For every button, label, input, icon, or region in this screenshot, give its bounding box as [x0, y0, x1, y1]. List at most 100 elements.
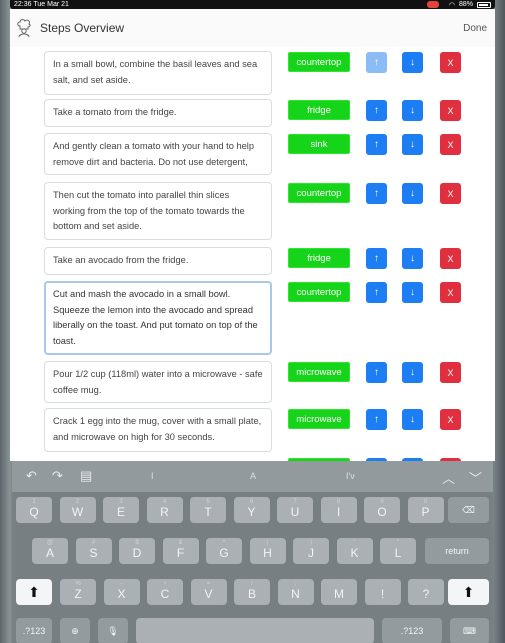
location-tag[interactable]: countertop [288, 52, 350, 72]
chevron-up-icon[interactable]: ︿ [442, 468, 455, 487]
key-j[interactable]: ) J [293, 538, 329, 564]
key-hint: 5 [206, 499, 210, 505]
move-up-button[interactable]: ↑ [366, 248, 387, 269]
key-d[interactable]: $ D [119, 538, 155, 564]
step-text-field[interactable]: And gently clean a tomato with your hand… [44, 133, 272, 175]
key-q[interactable]: 1Q [16, 497, 52, 523]
move-up-button[interactable]: ↑ [366, 183, 387, 204]
move-down-button[interactable]: ↓ [402, 248, 423, 269]
key-w[interactable]: 2W [59, 497, 96, 523]
location-tag[interactable]: fridge [288, 248, 350, 268]
step-text-field[interactable]: Crack 1 egg into the mug, cover with a s… [44, 408, 272, 452]
move-up-button[interactable]: ↑ [366, 134, 387, 155]
shift-right-key[interactable]: ⬆ [448, 579, 489, 605]
key-row3-5[interactable]: ; N [277, 579, 314, 605]
key-a[interactable]: @ A [32, 538, 68, 564]
key-e[interactable]: 3E [103, 497, 139, 523]
microphone-icon[interactable]: 🎙 [98, 618, 128, 643]
numbers-key-left[interactable]: .?123 [16, 618, 52, 643]
status-date: Tue Mar 21 [33, 1, 69, 8]
key-o[interactable]: 9O [364, 497, 400, 523]
key-label: O [377, 505, 387, 519]
key-row3-2[interactable]: + C [147, 579, 183, 605]
key-s[interactable]: # S [75, 538, 112, 564]
key-row3-8[interactable]: .? [408, 579, 444, 605]
location-tag[interactable]: countertop [288, 183, 350, 203]
location-tag[interactable]: microwave [288, 362, 350, 382]
key-label: .?123 [400, 626, 424, 636]
key-hint: . [425, 581, 427, 587]
delete-step-button[interactable]: X [440, 134, 461, 155]
key-f[interactable]: & F [162, 538, 199, 564]
key-g[interactable]: * G [206, 538, 242, 564]
location-tag[interactable]: countertop [288, 282, 350, 302]
delete-step-button[interactable]: X [440, 100, 461, 121]
key-hint: : [338, 581, 340, 587]
delete-step-button[interactable]: X [440, 248, 461, 269]
delete-step-button[interactable]: X [440, 52, 461, 73]
delete-step-button[interactable]: X [440, 282, 461, 303]
suggestion-2[interactable]: A [250, 471, 256, 481]
move-down-button[interactable]: ↓ [402, 100, 423, 121]
move-up-button[interactable]: ↑ [366, 409, 387, 430]
move-down-button[interactable]: ↓ [402, 282, 423, 303]
move-up-button[interactable]: ↑ [366, 282, 387, 303]
return-key[interactable]: return [425, 538, 489, 564]
shift-left-key[interactable]: ⬆ [16, 579, 52, 605]
wifi-icon: ◠ [448, 1, 455, 9]
key-row3-6[interactable]: :M [321, 579, 357, 605]
move-up-button[interactable]: ↑ [366, 100, 387, 121]
key-u[interactable]: 7U [277, 497, 313, 523]
key-row3-3[interactable]: = V [190, 579, 227, 605]
key-label: F [176, 546, 185, 560]
key-label: C [160, 587, 170, 601]
key-p[interactable]: 0P [407, 497, 444, 523]
key-row3-7[interactable]: ,! [364, 579, 401, 605]
globe-icon[interactable]: ⊕ [60, 618, 90, 643]
space-key[interactable] [136, 618, 374, 643]
move-down-button[interactable]: ↓ [402, 52, 423, 73]
backspace-key[interactable]: ⌫ [448, 497, 489, 523]
move-up-button[interactable]: ↑ [366, 362, 387, 383]
location-tag[interactable]: fridge [288, 100, 350, 120]
key-y[interactable]: 6Y [233, 497, 270, 523]
key-label: P [421, 505, 430, 519]
undo-icon[interactable]: ↶ [26, 468, 37, 484]
key-r[interactable]: 4R [146, 497, 183, 523]
key-hint: + [163, 581, 167, 587]
key-label: ⊕ [71, 625, 79, 636]
location-tag[interactable]: sink [288, 134, 350, 154]
move-up-button[interactable]: ↑ [366, 52, 387, 73]
key-l[interactable]: " L [380, 538, 416, 564]
done-button[interactable]: Done [463, 23, 487, 34]
step-text-field-focused[interactable]: Cut and mash the avocado in a small bowl… [44, 281, 272, 355]
location-tag[interactable]: microwave [288, 409, 350, 429]
key-i[interactable]: 8I [320, 497, 357, 523]
step-text-field[interactable]: Then cut the tomato into parallel thin s… [44, 182, 272, 240]
delete-step-button[interactable]: X [440, 362, 461, 383]
key-k[interactable]: ' K [336, 538, 373, 564]
move-down-button[interactable]: ↓ [402, 362, 423, 383]
redo-icon[interactable]: ↷ [52, 468, 63, 484]
key-hint: & [178, 540, 183, 546]
paste-icon[interactable]: ▤ [80, 468, 92, 484]
suggestion-1[interactable]: I [151, 471, 154, 481]
key-row3-0[interactable]: % Z [60, 579, 96, 605]
move-down-button[interactable]: ↓ [402, 183, 423, 204]
key-h[interactable]: (H [249, 538, 286, 564]
delete-step-button[interactable]: X [440, 409, 461, 430]
step-text-field[interactable]: Take an avocado from the fridge. [44, 247, 272, 275]
key-t[interactable]: 5T [190, 497, 226, 523]
chevron-down-icon[interactable]: ﹀ [469, 468, 482, 487]
step-text-field[interactable]: Pour 1/2 cup (118ml) water into a microw… [44, 361, 272, 403]
delete-step-button[interactable]: X [440, 183, 461, 204]
suggestion-3[interactable]: I'v [346, 471, 355, 481]
move-down-button[interactable]: ↓ [402, 134, 423, 155]
key-row3-4[interactable]: / B [234, 579, 270, 605]
step-text-field[interactable]: In a small bowl, combine the basil leave… [44, 51, 272, 95]
key-row3-1[interactable]: -X [103, 579, 140, 605]
hide-keyboard-icon[interactable]: ⌨ [450, 618, 489, 643]
step-text-field[interactable]: Take a tomato from the fridge. [44, 99, 272, 127]
move-down-button[interactable]: ↓ [402, 409, 423, 430]
numbers-key-right[interactable]: .?123 [382, 618, 442, 643]
